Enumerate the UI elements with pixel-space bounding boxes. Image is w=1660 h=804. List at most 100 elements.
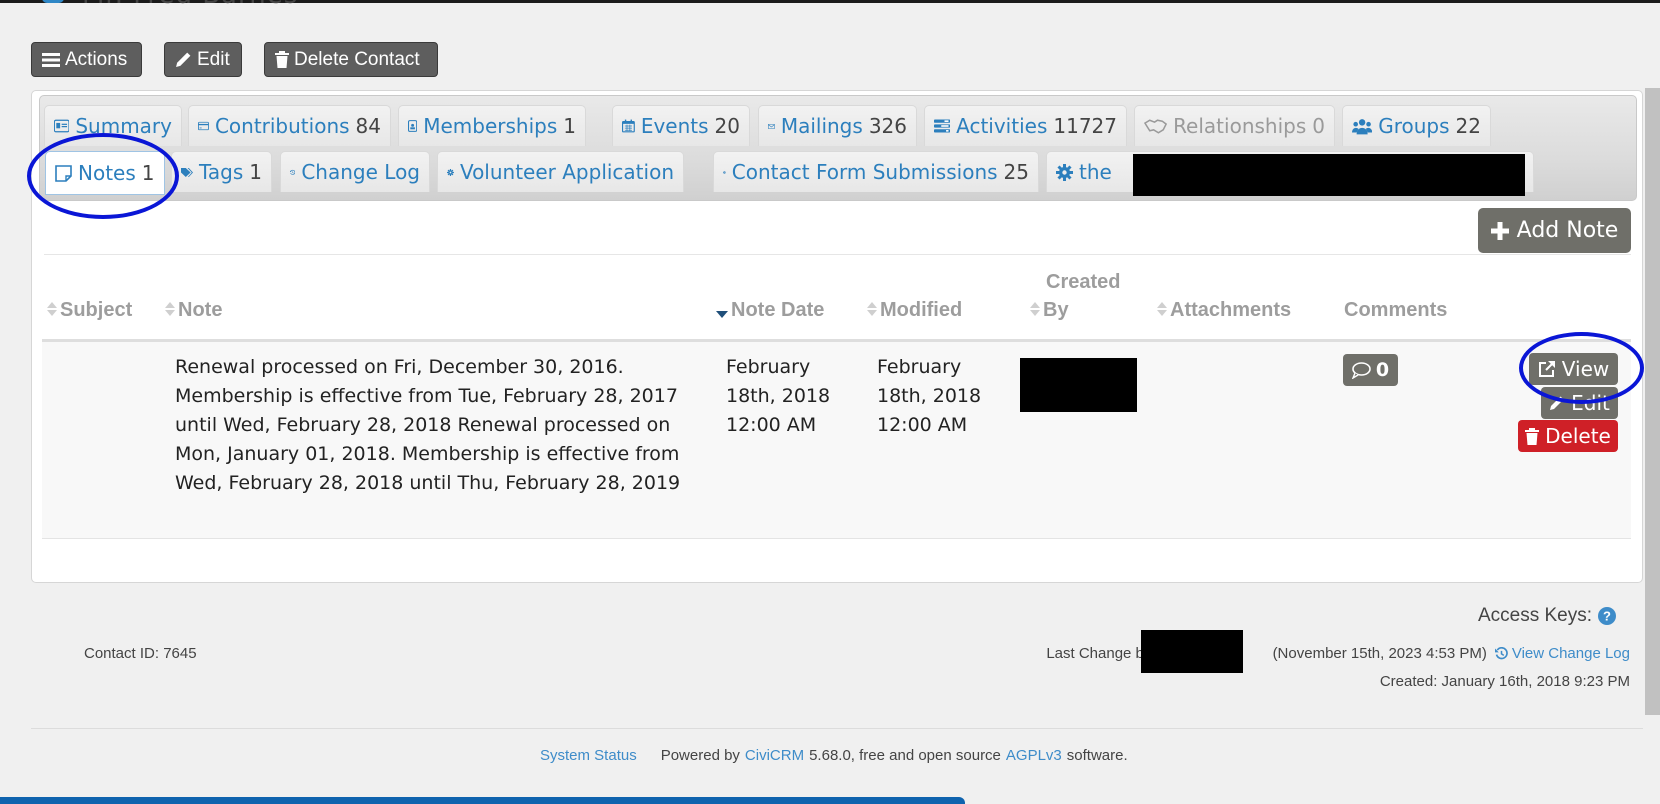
trash-icon (1525, 427, 1540, 445)
edit-label: Edit (197, 48, 230, 70)
tab-label: Memberships (423, 114, 558, 138)
tab-notes[interactable]: Notes 1 (45, 151, 165, 195)
gear-icon (723, 170, 726, 174)
actions-label: Actions (65, 48, 128, 70)
col-header-created-line1: Created (1046, 268, 1120, 296)
comments-button[interactable]: 0 (1343, 354, 1398, 386)
tab-groups[interactable]: Groups 22 (1342, 105, 1491, 146)
tab-activities[interactable]: Activities 11727 (924, 105, 1127, 146)
tab-contact-form-submissions[interactable]: Contact Form Submissions 25 (713, 151, 1039, 192)
tab-label: Contact Form Submissions (731, 160, 998, 184)
tab-relationships[interactable]: Relationships 0 (1134, 105, 1335, 146)
view-change-log-label: View Change Log (1511, 645, 1630, 662)
tab-count: 11727 (1053, 114, 1117, 138)
modified-date-line: February (877, 356, 962, 378)
col-label: Note (178, 299, 223, 321)
tab-label: Notes (78, 161, 136, 185)
tab-label: Contributions (214, 114, 350, 138)
tab-count: 0 (1312, 114, 1325, 138)
calendar-icon (622, 119, 635, 133)
comments-count: 0 (1375, 359, 1390, 381)
col-header-modified[interactable]: Modified (867, 296, 962, 324)
col-label: Comments (1344, 299, 1448, 321)
modified-date-line: 18th, 2018 (877, 385, 982, 407)
id-card-icon (54, 119, 70, 133)
sort-icon (867, 302, 877, 316)
col-label: Created (1046, 271, 1121, 293)
actions-button[interactable]: Actions (31, 42, 142, 77)
delete-contact-button[interactable]: Delete Contact (264, 42, 438, 77)
edit-contact-button[interactable]: Edit (164, 42, 242, 77)
col-header-note-date[interactable]: Note Date (716, 296, 824, 324)
access-keys-label: Access Keys: (1477, 605, 1592, 626)
add-note-button[interactable]: Add Note (1478, 208, 1631, 253)
col-header-subject[interactable]: Subject (47, 296, 132, 324)
col-header-created-by[interactable]: By (1030, 296, 1069, 324)
redacted-user-name (1141, 630, 1243, 673)
tab-label: Groups (1378, 114, 1450, 138)
col-label: Attachments (1170, 299, 1292, 321)
tab-label: Relationships (1173, 114, 1307, 138)
edit-note-button[interactable]: Edit (1541, 387, 1618, 419)
last-change-date: (November 15th, 2023 4:53 PM) (1272, 645, 1487, 662)
redacted-created-by (1020, 358, 1137, 412)
note-date-line: February (726, 356, 811, 378)
delete-note-button[interactable]: Delete (1518, 420, 1618, 452)
tab-label: Tags (198, 160, 244, 184)
tab-label: the (1079, 160, 1112, 184)
handshake-icon (1144, 119, 1168, 134)
history-icon (290, 169, 296, 175)
users-icon (1352, 118, 1373, 134)
tab-label: Change Log (301, 160, 420, 184)
system-status-link[interactable]: System Status (540, 747, 637, 764)
software-text: software. (1066, 747, 1128, 764)
delete-label: Delete (1545, 424, 1611, 448)
tab-count: 326 (868, 114, 907, 138)
tab-count: 1 (563, 114, 576, 138)
tab-tags[interactable]: Tags 1 (171, 151, 272, 192)
sort-icon (47, 302, 57, 316)
view-change-log-link[interactable]: View Change Log (1494, 645, 1630, 662)
col-label: Note Date (731, 299, 825, 321)
tab-events[interactable]: Events 20 (612, 105, 750, 146)
trash-icon (275, 51, 289, 68)
col-label: Subject (60, 299, 133, 321)
note-date-line: 18th, 2018 (726, 385, 831, 407)
bars-icon (42, 52, 60, 67)
tab-count: 1 (141, 161, 155, 185)
tab-label: Events (640, 114, 709, 138)
id-badge-icon (408, 120, 418, 132)
contact-type-icon (42, 0, 64, 3)
tab-mailings[interactable]: Mailings 326 (758, 105, 917, 146)
note-date: February 18th, 2018 12:00 AM (726, 353, 830, 440)
tab-change-log[interactable]: Change Log (280, 151, 430, 192)
sort-icon (1157, 302, 1167, 316)
civicrm-link[interactable]: CiviCRM (745, 747, 804, 764)
note-text: Renewal processed on Fri, December 30, 2… (175, 356, 681, 494)
last-change-prefix: Last Change by: (1046, 645, 1156, 662)
credit-card-icon (198, 121, 209, 131)
view-note-button[interactable]: View (1529, 353, 1618, 385)
help-icon: ? (1598, 607, 1616, 625)
created-date: Created: January 16th, 2018 9:23 PM (1379, 673, 1630, 690)
scrollbar-thumb[interactable] (1645, 88, 1660, 715)
sort-icon (1030, 302, 1040, 316)
tab-summary[interactable]: Summary (44, 105, 182, 146)
svg-text:?: ? (1603, 609, 1611, 624)
sort-desc-icon (716, 311, 728, 318)
footer-divider (31, 728, 1643, 729)
agpl-link[interactable]: AGPLv3 (1006, 747, 1062, 764)
tab-bar: Summary Contributions 84 Memberships 1 E… (39, 95, 1637, 201)
tasks-icon (934, 119, 951, 133)
version-text: 5.68.0, free and open source (809, 747, 1001, 764)
contact-toolbar: Actions Edit Delete Contact (31, 42, 438, 77)
tags-icon (181, 167, 193, 177)
tab-label: Mailings (780, 114, 863, 138)
col-header-attachments[interactable]: Attachments (1157, 296, 1291, 324)
tab-contributions[interactable]: Contributions 84 (188, 105, 391, 146)
gear-icon (1056, 163, 1073, 181)
tab-volunteer-application[interactable]: Volunteer Application (437, 151, 684, 192)
col-header-note[interactable]: Note (165, 296, 222, 324)
tab-memberships[interactable]: Memberships 1 (398, 105, 586, 146)
access-keys[interactable]: Access Keys: ? (1478, 605, 1616, 627)
